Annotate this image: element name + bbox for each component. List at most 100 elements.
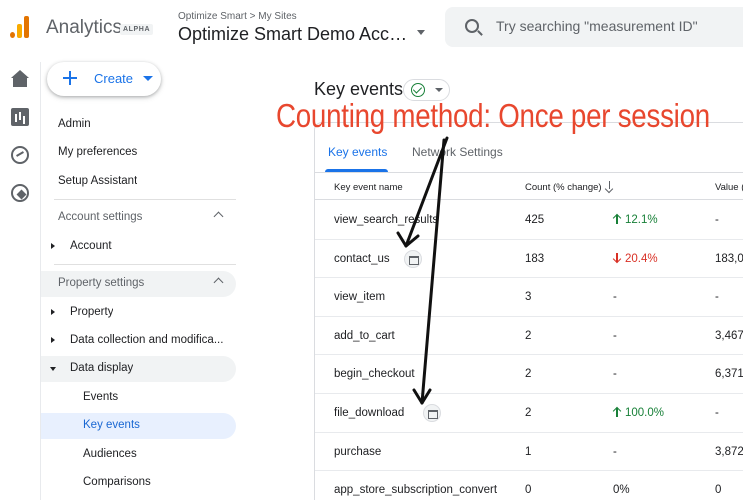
value-cell: -: [715, 214, 719, 226]
analytics-logo-icon[interactable]: [10, 16, 32, 38]
sidebar-item-admin[interactable]: Admin: [41, 112, 236, 138]
chevron-up-icon[interactable]: [213, 211, 224, 222]
breadcrumb[interactable]: Optimize Smart > My Sites: [178, 11, 297, 22]
plus-icon: [63, 71, 77, 85]
table-row[interactable]: file_download 2 100.0% -: [315, 394, 743, 433]
change-value: -: [613, 291, 617, 304]
change-cell: -: [613, 330, 617, 342]
change-cell: 12.1%: [613, 214, 658, 226]
change-value: 20.4%: [625, 252, 658, 265]
event-name-cell[interactable]: view_item: [334, 291, 385, 303]
value-cell: 6,371: [715, 368, 743, 381]
create-button[interactable]: Create: [47, 62, 161, 96]
table-row[interactable]: view_item 3 - -: [315, 278, 743, 317]
change-cell: 20.4%: [613, 252, 658, 265]
table-row[interactable]: add_to_cart 2 - 3,467: [315, 317, 743, 356]
left-rail: [0, 62, 41, 500]
event-name-cell[interactable]: view_search_results: [334, 214, 438, 226]
once-per-session-icon: [404, 249, 422, 268]
caret-down-icon[interactable]: [143, 76, 153, 81]
change-cell: 0%: [613, 484, 630, 496]
active-tab-indicator: [325, 169, 388, 172]
sidebar-item-audiences[interactable]: Audiences: [41, 442, 236, 468]
expand-arrow-icon[interactable]: [51, 337, 55, 343]
sidebar-item-comparisons[interactable]: Comparisons: [41, 470, 236, 496]
collapse-arrow-icon[interactable]: [50, 367, 56, 371]
table-row[interactable]: begin_checkout 2 - 6,371: [315, 355, 743, 394]
explore-icon[interactable]: [11, 146, 29, 164]
sidebar-item-data-collection[interactable]: Data collection and modifica...: [41, 328, 236, 354]
sidebar-item-data-display[interactable]: Data display: [41, 356, 236, 382]
count-cell: 1: [525, 445, 532, 458]
search-bar[interactable]: Try searching "measurement ID": [445, 7, 743, 47]
home-icon[interactable]: [11, 70, 29, 88]
count-cell: 183: [525, 252, 545, 265]
table-header: Key event name Count (% change) Value (: [315, 174, 743, 200]
search-placeholder[interactable]: Try searching "measurement ID": [496, 18, 698, 34]
value-cell: 0: [715, 484, 722, 497]
column-header-count[interactable]: Count (% change): [525, 182, 602, 193]
caret-down-icon: [435, 88, 443, 92]
arrow-up-icon: [613, 407, 621, 417]
tab-key-events[interactable]: Key events: [328, 145, 387, 159]
sidebar-item-events[interactable]: Events: [41, 385, 236, 411]
sidebar-item-key-events[interactable]: Key events: [41, 413, 236, 439]
change-value: -: [613, 445, 617, 458]
event-name-cell[interactable]: add_to_cart: [334, 330, 395, 342]
reports-icon[interactable]: [11, 108, 29, 126]
sidebar-item-account[interactable]: Account: [41, 234, 236, 260]
change-cell: -: [613, 446, 617, 458]
event-name-cell[interactable]: purchase: [334, 446, 381, 458]
caret-down-icon[interactable]: [417, 30, 425, 35]
admin-sidebar: Create Admin My preferences Setup Assist…: [41, 62, 248, 500]
change-cell: -: [613, 368, 617, 380]
product-name: Analytics: [46, 17, 123, 38]
top-bar: Analytics ALPHA Optimize Smart > My Site…: [0, 0, 743, 62]
divider: [54, 264, 236, 265]
sidebar-item-property[interactable]: Property: [41, 300, 236, 326]
search-icon: [465, 19, 479, 33]
change-value: 0%: [613, 484, 630, 497]
table-row[interactable]: contact_us 183 20.4% 183,0: [315, 240, 743, 279]
once-per-session-icon: [423, 404, 442, 422]
column-header-name[interactable]: Key event name: [334, 182, 403, 193]
section-account-settings[interactable]: Account settings: [41, 205, 236, 231]
value-cell: 3,467: [715, 329, 743, 342]
expand-arrow-icon[interactable]: [51, 309, 55, 315]
arrow-down-icon: [613, 252, 621, 263]
chevron-up-icon[interactable]: [213, 277, 224, 288]
count-cell: 2: [525, 407, 532, 419]
change-value: 12.1%: [625, 214, 658, 226]
column-header-value[interactable]: Value (: [715, 182, 743, 193]
arrow-up-icon: [613, 214, 621, 224]
expand-arrow-icon[interactable]: [51, 243, 55, 249]
change-cell: -: [613, 291, 617, 303]
change-value: -: [613, 329, 617, 342]
value-cell: 3,872: [715, 445, 743, 458]
count-cell: 2: [525, 368, 532, 381]
change-value: -: [613, 368, 617, 381]
table-row[interactable]: purchase 1 - 3,872: [315, 433, 743, 472]
sidebar-item-my-preferences[interactable]: My preferences: [41, 140, 236, 166]
change-cell: 100.0%: [613, 407, 664, 419]
count-cell: 0: [525, 484, 532, 497]
event-name-cell[interactable]: begin_checkout: [334, 368, 415, 380]
event-name-cell[interactable]: app_store_subscription_convert: [334, 484, 497, 496]
account-selector[interactable]: Optimize Smart Demo Acco...: [178, 24, 414, 45]
annotation-text: Counting method: Once per session: [276, 97, 710, 134]
create-label: Create: [94, 71, 134, 86]
event-name-cell[interactable]: file_download: [334, 407, 404, 419]
advertising-icon[interactable]: [11, 184, 29, 202]
alpha-badge: ALPHA: [120, 24, 154, 35]
table-row[interactable]: view_search_results 425 12.1% -: [315, 201, 743, 240]
key-events-card: Key events Network Settings Key event na…: [314, 122, 743, 500]
count-cell: 3: [525, 291, 532, 304]
table-row[interactable]: app_store_subscription_convert 0 0% 0: [315, 471, 743, 500]
change-value: 100.0%: [625, 407, 665, 419]
sort-down-icon[interactable]: [605, 181, 615, 193]
tab-network-settings[interactable]: Network Settings: [412, 145, 503, 159]
sidebar-item-setup-assistant[interactable]: Setup Assistant: [41, 169, 236, 195]
event-name-cell[interactable]: contact_us: [334, 253, 390, 265]
section-property-settings[interactable]: Property settings: [41, 271, 236, 297]
value-cell: -: [715, 407, 719, 419]
